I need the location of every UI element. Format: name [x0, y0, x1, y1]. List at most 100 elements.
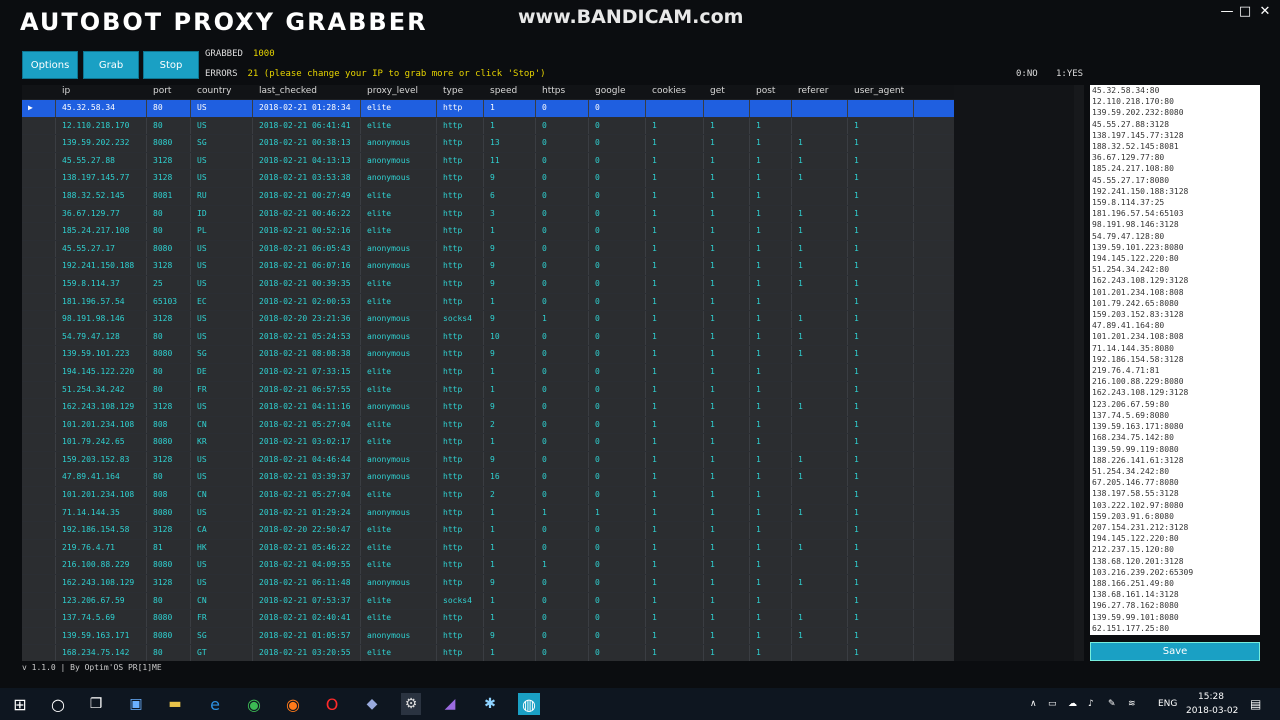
cell-last-checked[interactable]: 2018-02-21 03:02:17: [253, 434, 361, 451]
cell-last-checked[interactable]: 2018-02-21 02:40:41: [253, 610, 361, 627]
cell-last-checked[interactable]: 2018-02-21 00:27:49: [253, 187, 361, 205]
cell-post[interactable]: 1: [750, 187, 792, 205]
cell-cookies[interactable]: 1: [646, 293, 704, 311]
cell-user-agent[interactable]: 1: [848, 328, 914, 346]
cell-post[interactable]: 1: [750, 275, 792, 293]
proxy-list-item[interactable]: 67.205.146.77:8080: [1090, 477, 1260, 488]
cell-referer[interactable]: 1: [792, 240, 848, 258]
settings-icon[interactable]: ✱: [480, 693, 500, 715]
proxy-list-item[interactable]: 139.59.163.171:8080: [1090, 421, 1260, 432]
cell-type[interactable]: http: [437, 240, 484, 258]
cell-country[interactable]: RU: [191, 187, 253, 205]
cell-type[interactable]: http: [437, 539, 484, 557]
table-row[interactable]: 192.241.150.188 3128 US 2018-02-21 06:07:16…: [22, 258, 954, 276]
cell-proxy-level[interactable]: elite: [361, 487, 437, 504]
cell-last-checked[interactable]: 2018-02-21 06:11:48: [253, 575, 361, 592]
cell-referer[interactable]: 1: [792, 258, 848, 275]
cell-last-checked[interactable]: 2018-02-21 05:27:04: [253, 487, 361, 504]
cell-post[interactable]: 1: [750, 627, 792, 645]
cell-ip[interactable]: 216.100.88.229: [56, 557, 147, 575]
proxy-list-item[interactable]: 12.110.218.170:80: [1090, 96, 1260, 107]
cell-https[interactable]: 0: [536, 399, 589, 416]
table-row[interactable]: 139.59.101.223 8080 SG 2018-02-21 08:08:38 a…: [22, 346, 954, 364]
row-header[interactable]: [22, 399, 56, 416]
cell-speed[interactable]: 9: [484, 311, 536, 328]
cell-https[interactable]: 1: [536, 504, 589, 522]
cell-google[interactable]: 0: [589, 240, 646, 258]
cell-referer[interactable]: 1: [792, 627, 848, 645]
cell-get[interactable]: 1: [704, 328, 750, 346]
cell-https[interactable]: 0: [536, 522, 589, 539]
cell-post[interactable]: 1: [750, 258, 792, 275]
cell-cookies[interactable]: 1: [646, 328, 704, 346]
cell-speed[interactable]: 9: [484, 399, 536, 416]
proxy-list-item[interactable]: 54.79.47.128:80: [1090, 231, 1260, 242]
cell-last-checked[interactable]: 2018-02-21 00:38:13: [253, 135, 361, 152]
row-header[interactable]: [22, 117, 56, 135]
proxy-list-item[interactable]: 139.59.101.223:8080: [1090, 242, 1260, 253]
cell-country[interactable]: US: [191, 557, 253, 575]
cell-cookies[interactable]: 1: [646, 575, 704, 592]
row-header[interactable]: [22, 363, 56, 381]
proxy-list-item[interactable]: 51.254.34.242:80: [1090, 264, 1260, 275]
cell-last-checked[interactable]: 2018-02-21 04:13:13: [253, 152, 361, 170]
column-header-port[interactable]: port: [147, 85, 191, 99]
row-header[interactable]: [22, 610, 56, 627]
cell-post[interactable]: 1: [750, 645, 792, 661]
cell-country[interactable]: EC: [191, 293, 253, 311]
cell-https[interactable]: 0: [536, 170, 589, 187]
cell-country[interactable]: HK: [191, 539, 253, 557]
proxy-list-item[interactable]: 123.206.67.59:80: [1090, 399, 1260, 410]
cell-ip[interactable]: 47.89.41.164: [56, 469, 147, 487]
cell-country[interactable]: CN: [191, 487, 253, 504]
cell-country[interactable]: US: [191, 575, 253, 592]
cell-speed[interactable]: 1: [484, 610, 536, 627]
cell-speed[interactable]: 9: [484, 627, 536, 645]
cell-last-checked[interactable]: 2018-02-21 00:52:16: [253, 223, 361, 240]
table-row[interactable]: 185.24.217.108 80 PL 2018-02-21 00:52:16 eli…: [22, 223, 954, 241]
cell-post[interactable]: 1: [750, 135, 792, 152]
cell-ip[interactable]: 185.24.217.108: [56, 223, 147, 240]
cell-get[interactable]: 1: [704, 469, 750, 487]
cell-last-checked[interactable]: 2018-02-21 03:20:55: [253, 645, 361, 661]
cell-proxy-level[interactable]: elite: [361, 522, 437, 539]
proxy-list-item[interactable]: 101.201.234.108:808: [1090, 287, 1260, 298]
cell-https[interactable]: 1: [536, 311, 589, 328]
cell-type[interactable]: http: [437, 610, 484, 627]
column-header-country[interactable]: country: [191, 85, 253, 99]
cell-referer[interactable]: 1: [792, 575, 848, 592]
proxy-list-item[interactable]: 181.196.57.54:65103: [1090, 208, 1260, 219]
cell-port[interactable]: 80: [147, 592, 191, 610]
row-header[interactable]: [22, 346, 56, 363]
proxy-list-item[interactable]: 188.166.251.49:80: [1090, 578, 1260, 589]
cell-last-checked[interactable]: 2018-02-21 06:05:43: [253, 240, 361, 258]
cell-get[interactable]: 1: [704, 240, 750, 258]
cell-port[interactable]: 80: [147, 381, 191, 399]
cell-proxy-level[interactable]: elite: [361, 100, 437, 117]
cell-get[interactable]: 1: [704, 293, 750, 311]
cell-referer[interactable]: [792, 487, 848, 504]
cell-last-checked[interactable]: 2018-02-21 05:46:22: [253, 539, 361, 557]
cell-get[interactable]: 1: [704, 416, 750, 434]
cell-type[interactable]: http: [437, 416, 484, 434]
column-header-user-agent[interactable]: user_agent: [848, 85, 914, 99]
opera-icon[interactable]: O: [322, 693, 342, 715]
cell-get[interactable]: 1: [704, 487, 750, 504]
cell-user-agent[interactable]: 1: [848, 223, 914, 240]
cell-post[interactable]: 1: [750, 293, 792, 311]
cell-type[interactable]: socks4: [437, 592, 484, 610]
cell-proxy-level[interactable]: elite: [361, 539, 437, 557]
cell-proxy-level[interactable]: anonymous: [361, 258, 437, 275]
cell-ip[interactable]: 137.74.5.69: [56, 610, 147, 627]
cell-ip[interactable]: 139.59.101.223: [56, 346, 147, 363]
row-header[interactable]: [22, 434, 56, 451]
cell-last-checked[interactable]: 2018-02-21 05:27:04: [253, 416, 361, 434]
cell-google[interactable]: 0: [589, 363, 646, 381]
proxy-list-item[interactable]: 192.186.154.58:3128: [1090, 354, 1260, 365]
cell-speed[interactable]: 2: [484, 487, 536, 504]
cell-type[interactable]: http: [437, 451, 484, 469]
cell-port[interactable]: 8080: [147, 504, 191, 522]
cell-proxy-level[interactable]: elite: [361, 363, 437, 381]
cell-ip[interactable]: 36.67.129.77: [56, 205, 147, 223]
cell-speed[interactable]: 11: [484, 152, 536, 170]
